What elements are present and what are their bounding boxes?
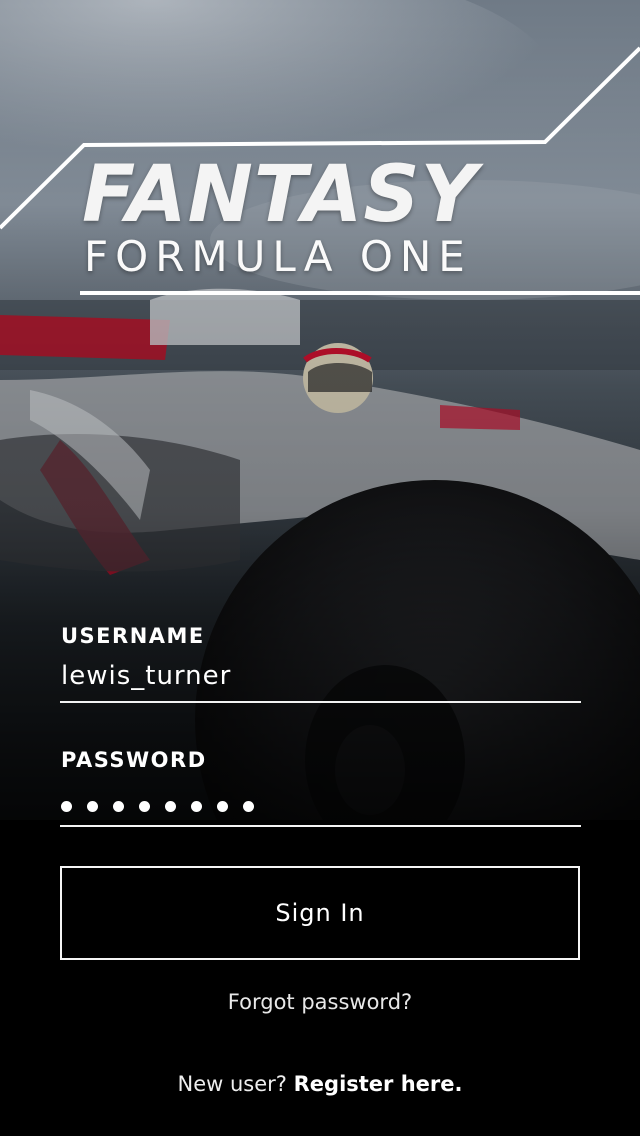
username-label: USERNAME (61, 624, 205, 648)
username-input[interactable] (60, 655, 581, 703)
logo-title: FANTASY (82, 150, 479, 240)
new-user-text: New user? (177, 1072, 287, 1096)
sign-in-button[interactable]: Sign In (60, 866, 580, 960)
logo-subtitle: FORMULA ONE (84, 232, 472, 281)
password-dot-icon (139, 800, 150, 812)
password-dot-icon (113, 800, 124, 812)
password-label: PASSWORD (61, 748, 207, 772)
password-dot-icon (61, 800, 72, 812)
password-dot-icon (243, 800, 254, 812)
password-masked-value (61, 796, 269, 816)
login-screen: FANTASY FORMULA ONE USERNAME PASSWORD Si… (0, 0, 640, 1136)
password-dot-icon (217, 800, 228, 812)
forgot-password-link[interactable]: Forgot password? (0, 990, 640, 1014)
password-dot-icon (87, 800, 98, 812)
password-dot-icon (191, 800, 202, 812)
password-dot-icon (165, 800, 176, 812)
register-link[interactable]: Register here. (294, 1072, 463, 1096)
register-prompt: New user? Register here. (0, 1072, 640, 1096)
